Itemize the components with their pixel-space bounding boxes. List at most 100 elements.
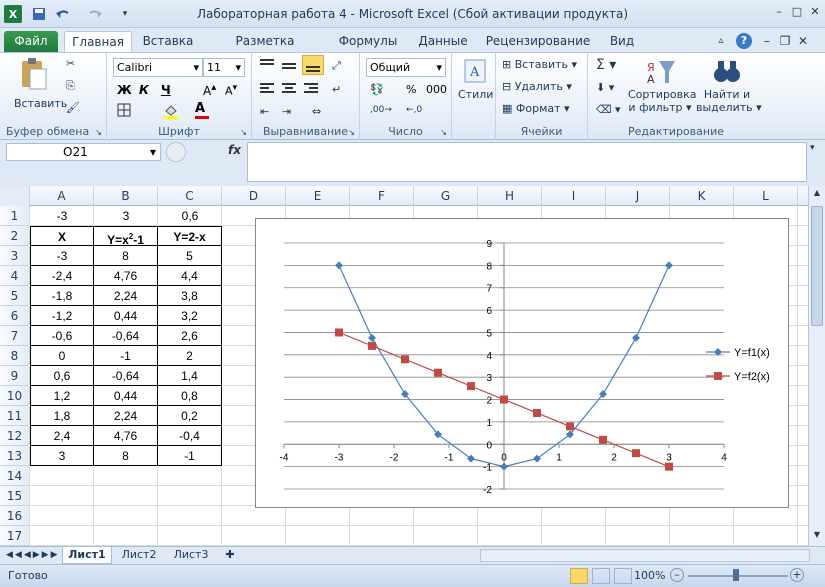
row-header[interactable]: 8	[0, 346, 30, 366]
cell[interactable]: 4,4	[158, 266, 222, 286]
sheet-nav-icon[interactable]: ◀◀◀▶▶▶	[6, 547, 58, 564]
cell[interactable]: -0,64	[94, 366, 158, 386]
doc-close-icon[interactable]: ✕	[796, 31, 810, 52]
cell[interactable]: 0,6	[158, 206, 222, 226]
paste-button[interactable]: Вставить	[14, 57, 67, 110]
cell[interactable]: 8	[94, 246, 158, 266]
column-header[interactable]: L	[734, 186, 798, 206]
doc-minimize-icon[interactable]: –	[760, 31, 774, 52]
sheet-tab-1[interactable]: Лист1	[62, 547, 112, 564]
cell[interactable]: 0,2	[158, 406, 222, 426]
wrap-text-icon[interactable]: ↵	[332, 83, 341, 96]
cell[interactable]: 2	[158, 346, 222, 366]
cell[interactable]: 4,76	[94, 426, 158, 446]
tab-insert[interactable]: Вставка	[140, 31, 196, 52]
align-top-icon[interactable]	[260, 59, 274, 74]
zoom-in-icon[interactable]: +	[790, 568, 804, 582]
cell[interactable]: 3	[94, 206, 158, 226]
merge-center-icon[interactable]: ⇔	[312, 105, 321, 118]
autosum-icon[interactable]: Σ ▾	[596, 57, 616, 73]
name-box[interactable]: O21 ▾	[6, 143, 161, 161]
cell[interactable]: -1,8	[30, 286, 94, 306]
cell[interactable]: -1	[94, 346, 158, 366]
row-header[interactable]: 9	[0, 366, 30, 386]
column-header[interactable]: G	[414, 186, 478, 206]
column-header[interactable]: B	[94, 186, 158, 206]
cell[interactable]: X	[30, 226, 94, 246]
cell[interactable]: 4,76	[94, 266, 158, 286]
cut-icon[interactable]: ✂	[66, 57, 75, 70]
decrease-decimal-icon[interactable]: ←,0	[406, 105, 422, 115]
alignment-launcher-icon[interactable]: ↘	[348, 128, 355, 137]
cell[interactable]: 5	[158, 246, 222, 266]
row-header[interactable]: 4	[0, 266, 30, 286]
row-header[interactable]: 2	[0, 226, 30, 246]
clipboard-launcher-icon[interactable]: ↘	[95, 128, 102, 137]
underline-button[interactable]: Ч	[161, 83, 171, 97]
column-header[interactable]: H	[478, 186, 542, 206]
column-header[interactable]: F	[350, 186, 414, 206]
increase-decimal-icon[interactable]: ,00→	[370, 105, 392, 115]
format-cells-button[interactable]: ▦ Формат ▾	[502, 102, 570, 115]
row-header[interactable]: 13	[0, 446, 30, 466]
row-header[interactable]: 17	[0, 526, 30, 546]
cell[interactable]: -0,6	[30, 326, 94, 346]
thousands-button[interactable]: 000	[426, 83, 447, 96]
find-select-button[interactable]: Найти и выделить ▾	[696, 57, 762, 114]
tab-formulas[interactable]: Формулы	[336, 31, 400, 52]
cell[interactable]: -0,4	[158, 426, 222, 446]
row-header[interactable]: 7	[0, 326, 30, 346]
clear-icon[interactable]: ⌫ ▾	[596, 103, 621, 116]
format-painter-icon[interactable]: 🖌	[66, 101, 80, 114]
tab-view[interactable]: Вид	[602, 31, 642, 52]
number-format-combo[interactable]: Общий ▾	[366, 58, 446, 77]
align-left-icon[interactable]	[260, 83, 274, 98]
align-center-icon[interactable]	[282, 83, 296, 98]
doc-restore-icon[interactable]: ❐	[778, 31, 792, 52]
cell[interactable]: 3,2	[158, 306, 222, 326]
page-break-view-icon[interactable]	[614, 568, 632, 584]
cell[interactable]: 1,8	[30, 406, 94, 426]
row-header[interactable]: 14	[0, 466, 30, 486]
row-header[interactable]: 5	[0, 286, 30, 306]
minimize-icon[interactable]: –	[770, 4, 788, 20]
tab-data[interactable]: Данные	[412, 31, 474, 52]
sort-filter-button[interactable]: ЯА Сортировка и фильтр ▾	[628, 57, 697, 114]
tab-file[interactable]: Файл	[4, 31, 58, 52]
scroll-down-icon[interactable]: ▼	[811, 530, 823, 544]
cell[interactable]: -3	[30, 206, 94, 226]
cell[interactable]: 3,8	[158, 286, 222, 306]
help-icon[interactable]: ?	[736, 33, 752, 49]
column-header[interactable]: I	[542, 186, 606, 206]
fill-color-icon[interactable]	[163, 103, 179, 122]
sheet-tab-2[interactable]: Лист2	[114, 547, 164, 564]
align-bottom-icon[interactable]	[302, 55, 324, 75]
formula-bar-handle[interactable]	[166, 142, 186, 162]
vertical-scrollbar[interactable]: ▲ ▼	[808, 186, 825, 546]
align-right-icon[interactable]	[304, 83, 318, 98]
column-header[interactable]: E	[286, 186, 350, 206]
italic-button[interactable]: К	[139, 83, 149, 97]
cell[interactable]: -2,4	[30, 266, 94, 286]
horizontal-scrollbar[interactable]	[480, 549, 810, 562]
minimize-ribbon-icon[interactable]: ▵	[714, 31, 728, 52]
column-header[interactable]: J	[606, 186, 670, 206]
row-header[interactable]: 1	[0, 206, 30, 226]
cell[interactable]: 0	[30, 346, 94, 366]
close-icon[interactable]: ✕	[806, 4, 824, 20]
scroll-thumb[interactable]	[811, 206, 823, 326]
cell[interactable]: 2,6	[158, 326, 222, 346]
borders-icon[interactable]	[117, 103, 131, 120]
expand-formula-bar-icon[interactable]: ▾	[810, 143, 815, 153]
percent-button[interactable]: %	[406, 83, 416, 96]
chart[interactable]: -4 -3 -2 -1 0 1 2 3 4 -2 -1 0 1 2 3 4 5 6 7 8 9 Y=f1(x) Y=f2(x…	[255, 218, 789, 508]
cell[interactable]: 0,44	[94, 386, 158, 406]
grow-font-icon[interactable]: A▴	[203, 82, 216, 98]
increase-indent-icon[interactable]: ⇥	[282, 105, 291, 118]
row-header[interactable]: 16	[0, 506, 30, 526]
worksheet-grid[interactable]: A B C D E F G H I J K L 1 2 3 4 5 6 7 8 9 10 11 12 1…	[0, 186, 808, 546]
row-header[interactable]: 10	[0, 386, 30, 406]
cell[interactable]: 1,4	[158, 366, 222, 386]
insert-function-icon[interactable]: fx	[228, 143, 241, 157]
cell[interactable]: 0,6	[30, 366, 94, 386]
